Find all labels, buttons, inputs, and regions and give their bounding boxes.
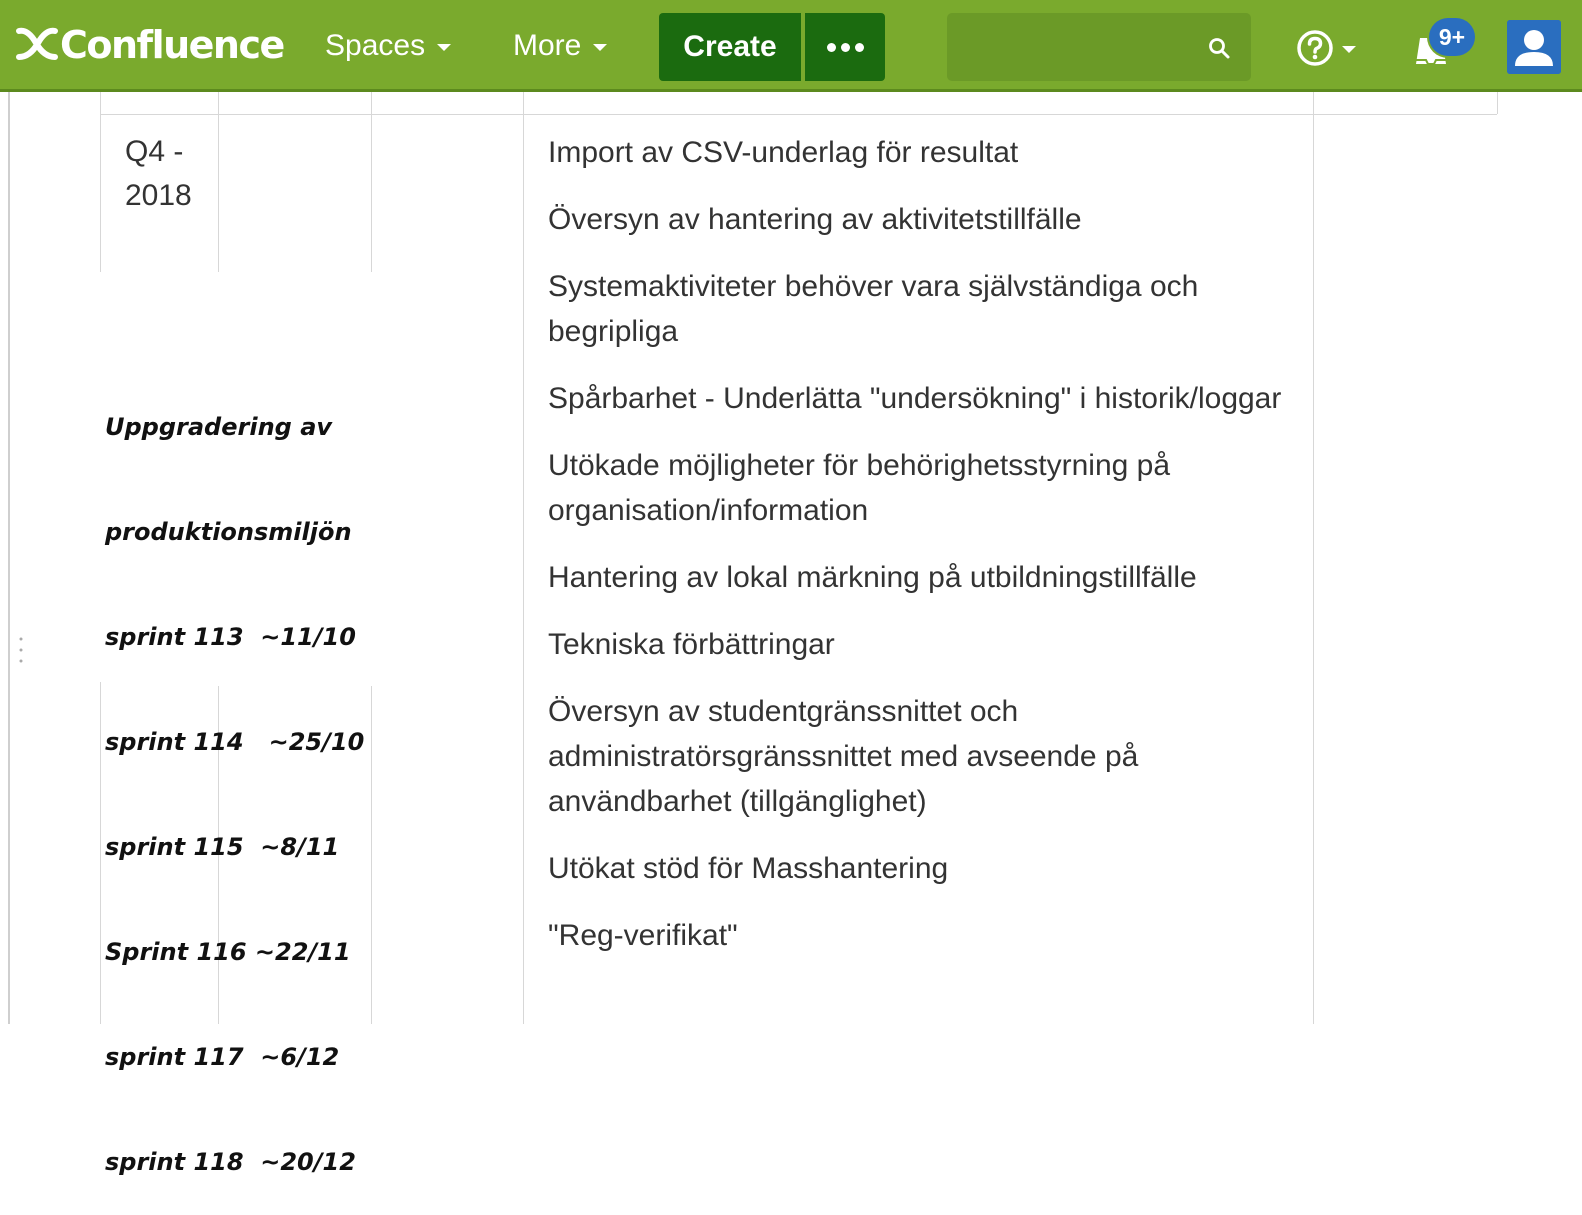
list-item: Översyn av studentgränssnittet och admin… bbox=[548, 695, 1139, 818]
sprint-note: Uppgradering av produktionsmiljön sprint… bbox=[105, 340, 364, 1215]
table-border bbox=[218, 92, 219, 272]
search-icon[interactable] bbox=[1207, 36, 1231, 60]
question-circle-icon bbox=[1297, 30, 1333, 66]
chevron-down-icon bbox=[437, 44, 452, 51]
more-menu[interactable]: More bbox=[513, 26, 608, 66]
more-menu-label: More bbox=[513, 29, 582, 62]
list-item: "Reg-verifikat" bbox=[548, 919, 738, 952]
user-avatar[interactable] bbox=[1507, 20, 1561, 74]
list-item: Utökade möjligheter för behörighetsstyrn… bbox=[548, 449, 1171, 527]
sprint-note-line: Sprint 116 ~22/11 bbox=[105, 938, 351, 966]
sprint-note-line: sprint 113 ~11/10 bbox=[105, 623, 356, 651]
table-border bbox=[371, 686, 372, 1024]
table-border bbox=[523, 92, 524, 1024]
quarter-label-line1: Q4 - bbox=[125, 135, 184, 168]
confluence-logo[interactable]: Confluence bbox=[14, 22, 285, 68]
chevron-down-icon bbox=[1342, 46, 1356, 53]
chevron-down-icon bbox=[593, 44, 608, 51]
search-input[interactable] bbox=[947, 13, 1251, 81]
help-menu[interactable] bbox=[1296, 28, 1356, 68]
list-item: Utökat stöd för Masshantering bbox=[548, 852, 949, 885]
list-item: Systemaktiviteter behöver vara självstän… bbox=[548, 270, 1199, 348]
quarter-cell: Q4 - 2018 bbox=[125, 130, 192, 218]
sprint-note-line: Uppgradering av bbox=[105, 413, 333, 441]
sprint-note-line: sprint 118 ~20/12 bbox=[105, 1148, 356, 1176]
table-border bbox=[371, 92, 372, 272]
confluence-logo-icon bbox=[16, 27, 58, 60]
spaces-menu-label: Spaces bbox=[325, 29, 426, 62]
list-item: Översyn av hantering av aktivitetstillfä… bbox=[548, 203, 1082, 236]
create-button[interactable]: Create bbox=[659, 13, 801, 81]
notifications-count: 9+ bbox=[1438, 23, 1466, 50]
list-item: Tekniska förbättringar bbox=[548, 628, 835, 661]
sprint-note-line: sprint 115 ~8/11 bbox=[105, 833, 340, 861]
list-item: Hantering av lokal märkning på utbildnin… bbox=[548, 561, 1197, 594]
table-border bbox=[1313, 92, 1314, 1024]
quarter-label-line2: 2018 bbox=[125, 179, 192, 212]
table-border bbox=[100, 114, 1497, 115]
page-left-border bbox=[8, 92, 10, 1024]
list-item: Import av CSV-underlag för resultat bbox=[548, 136, 1019, 169]
spaces-menu[interactable]: Spaces bbox=[325, 26, 452, 66]
table-border bbox=[100, 680, 101, 1024]
sprint-note-line: produktionsmiljön bbox=[105, 518, 352, 546]
user-avatar-icon bbox=[1507, 20, 1561, 74]
table-border bbox=[1497, 92, 1498, 114]
ellipsis-icon bbox=[826, 42, 864, 52]
top-navigation-bar: Confluence Spaces More Create 9+ bbox=[0, 0, 1582, 92]
sprint-note-line: sprint 117 ~6/12 bbox=[105, 1043, 340, 1071]
sprint-note-line: sprint 114 ~25/10 bbox=[105, 728, 365, 756]
table-border bbox=[100, 92, 101, 278]
create-more-options-button[interactable] bbox=[805, 13, 885, 81]
create-button-label: Create bbox=[683, 30, 777, 63]
logo-text: Confluence bbox=[60, 23, 285, 67]
notifications-badge: 9+ bbox=[1429, 18, 1475, 56]
list-item: Spårbarhet - Underlätta "undersökning" i… bbox=[548, 382, 1282, 415]
sidebar-resize-handle[interactable] bbox=[19, 636, 23, 664]
roadmap-item-list: Import av CSV-underlag för resultat Över… bbox=[548, 130, 1288, 980]
